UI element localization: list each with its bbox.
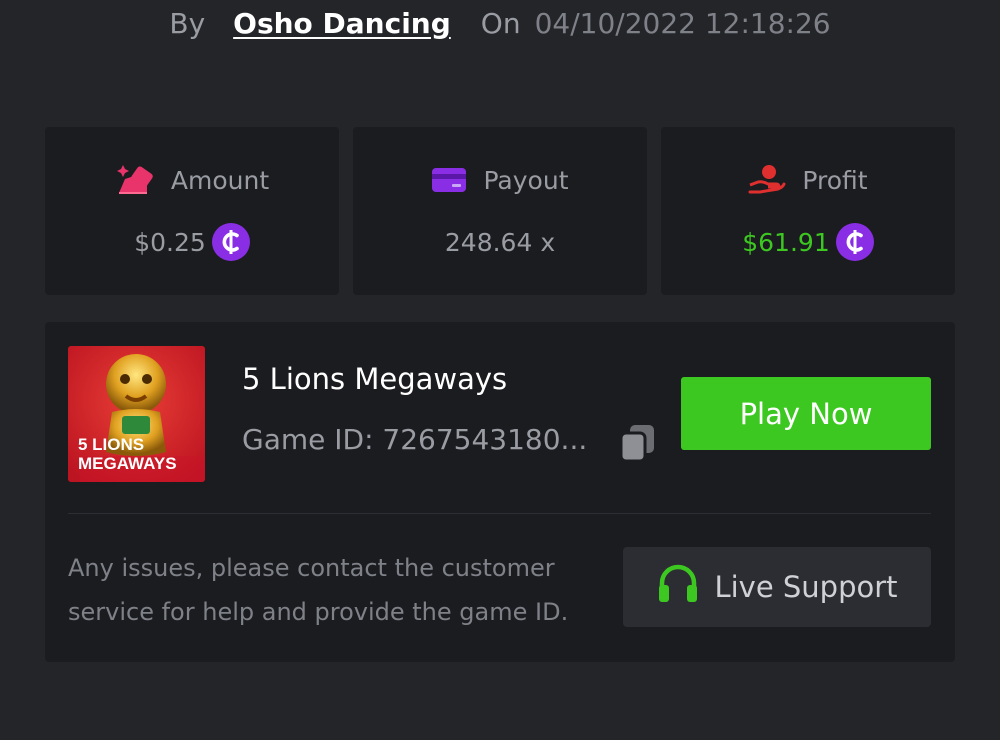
divider xyxy=(68,513,931,514)
amount-icon xyxy=(115,163,155,197)
username-link[interactable]: Osho Dancing xyxy=(233,7,451,40)
payout-value-row: 248.64 x xyxy=(445,222,555,262)
profit-card: Profit $61.91 xyxy=(661,127,955,295)
bet-stats: Amount $0.25 Payout 248.64 x Profit $61.… xyxy=(45,127,955,295)
coin-icon xyxy=(835,223,874,261)
game-id: Game ID: 7267543180... xyxy=(242,423,588,456)
profit-value-row: $61.91 xyxy=(742,222,874,262)
game-thumbnail[interactable]: 5 LIONS MEGAWAYS xyxy=(68,346,205,482)
profit-hand-icon xyxy=(748,163,786,197)
by-label: By xyxy=(169,6,206,40)
thumbnail-title-line2: MEGAWAYS xyxy=(78,454,177,473)
profit-label: Profit xyxy=(802,165,868,195)
on-label: On xyxy=(480,6,521,40)
copy-icon[interactable] xyxy=(618,423,658,463)
amount-value-row: $0.25 xyxy=(134,222,250,262)
bet-datetime: 04/10/2022 12:18:26 xyxy=(534,6,831,40)
bet-byline: By Osho Dancing On 04/10/2022 12:18:26 xyxy=(0,0,1000,46)
thumbnail-title-line1: 5 LIONS xyxy=(78,435,144,454)
payout-card: Payout 248.64 x xyxy=(353,127,647,295)
game-title: 5 Lions Megaways xyxy=(242,362,508,396)
live-support-label: Live Support xyxy=(714,570,898,604)
game-card: 5 LIONS MEGAWAYS 5 Lions Megaways Game I… xyxy=(45,322,955,662)
amount-card: Amount $0.25 xyxy=(45,127,339,295)
play-now-button[interactable]: Play Now xyxy=(681,377,931,450)
amount-label: Amount xyxy=(170,165,270,195)
payout-label: Payout xyxy=(483,165,569,195)
amount-value: $0.25 xyxy=(134,227,206,257)
payout-value: 248.64 x xyxy=(444,227,556,257)
coin-icon xyxy=(211,223,250,261)
card-icon xyxy=(431,166,467,194)
live-support-button[interactable]: Live Support xyxy=(623,547,931,627)
headset-icon xyxy=(656,563,700,612)
profit-value: $61.91 xyxy=(742,227,830,257)
support-help-text: Any issues, please contact the customer … xyxy=(68,554,569,626)
